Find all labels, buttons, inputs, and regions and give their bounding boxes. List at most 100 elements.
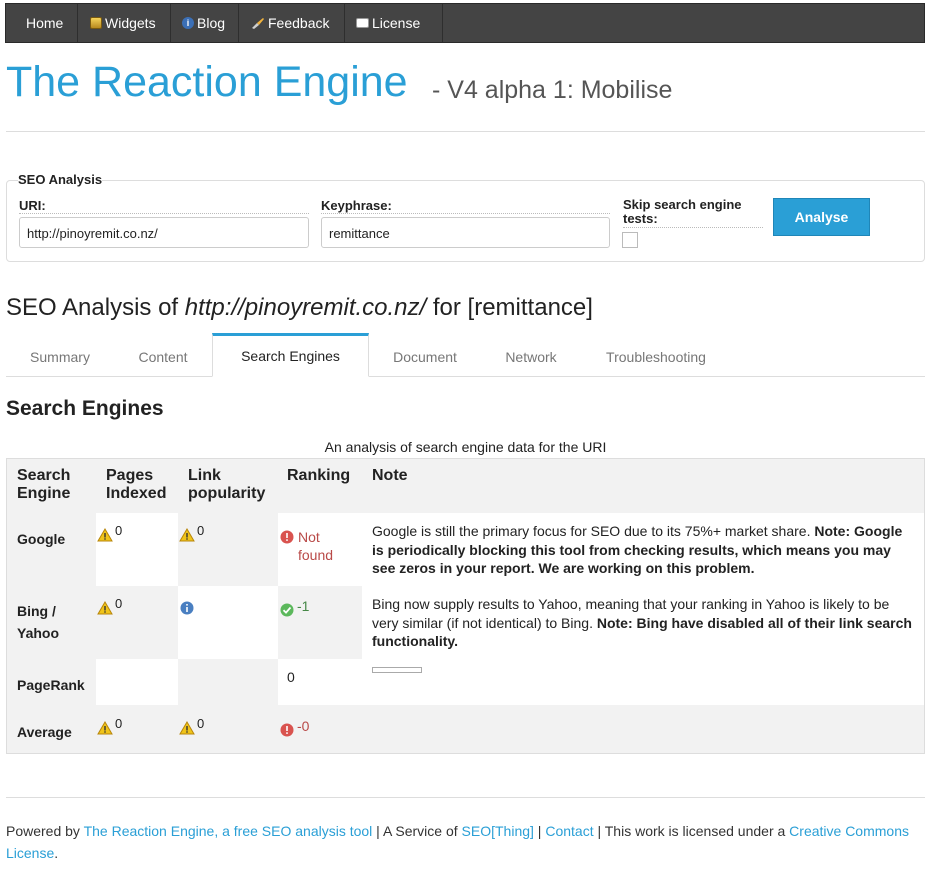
- col-header-ranking: Ranking: [287, 467, 351, 484]
- warning-icon: [97, 528, 113, 542]
- col-header-search-engine-line1: Search: [17, 467, 71, 484]
- error-icon: [280, 723, 294, 737]
- tab-troubleshooting[interactable]: Troubleshooting: [581, 336, 731, 377]
- warning-icon: [97, 601, 113, 615]
- nav-feedback[interactable]: Feedback: [241, 4, 339, 42]
- footer-divider: [6, 797, 925, 798]
- col-header-search-engine-line2: Engine: [17, 485, 71, 502]
- row-label-google: Google: [17, 531, 66, 547]
- page-subtitle: - V4 alpha 1: Mobilise: [432, 76, 673, 104]
- row-label-average: Average: [17, 724, 72, 740]
- google-ranking-value: Not found: [298, 528, 333, 564]
- widgets-icon: [90, 17, 102, 29]
- pagerank-bar: [372, 667, 422, 673]
- google-link-popularity: 0: [179, 523, 204, 543]
- analyse-button[interactable]: Analyse: [773, 198, 870, 236]
- col-header-pages-indexed-line1: Pages: [106, 467, 154, 484]
- footer-link-reaction-engine[interactable]: The Reaction Engine, a free SEO analysis…: [84, 823, 373, 839]
- average-pages-indexed: 0: [97, 716, 122, 736]
- page-title: The Reaction Engine: [6, 58, 408, 106]
- bing-pages-indexed: 0: [97, 596, 122, 616]
- tab-network[interactable]: Network: [481, 336, 581, 377]
- nav-blog-label: Blog: [197, 15, 226, 31]
- nav-widgets-label: Widgets: [105, 15, 156, 31]
- warning-icon: [97, 721, 113, 735]
- form-legend: SEO Analysis: [18, 172, 103, 187]
- warning-icon: [179, 528, 195, 542]
- info-icon: [180, 601, 194, 615]
- info-icon: i: [182, 17, 194, 29]
- analysis-heading-prefix: SEO Analysis of: [6, 294, 185, 321]
- col-header-link-popularity-line2: popularity: [188, 485, 266, 502]
- nav-home[interactable]: Home: [16, 4, 73, 42]
- tab-search-engines[interactable]: Search Engines: [212, 333, 369, 377]
- top-navbar: Home Widgets i Blog Feedback License: [5, 3, 925, 43]
- footer: Powered by The Reaction Engine, a free S…: [6, 820, 926, 864]
- average-pages-value: 0: [115, 716, 123, 731]
- col-header-note: Note: [372, 467, 408, 484]
- col-header-link-popularity-line1: Link: [188, 467, 221, 484]
- col-header-pages-indexed-line2: Indexed: [106, 485, 167, 502]
- nav-license-label: License: [372, 15, 421, 31]
- nav-divider: [170, 4, 171, 42]
- col-header-search-engine: Search Engine: [17, 467, 70, 503]
- license-icon: [356, 18, 369, 28]
- google-ranking-line2: found: [298, 547, 334, 563]
- google-note: Google is still the primary focus for SE…: [372, 522, 912, 578]
- bing-link-popularity: [180, 601, 194, 615]
- nav-widgets[interactable]: Widgets: [80, 4, 166, 42]
- analysis-heading-uri: http://pinoyremit.co.nz/: [184, 294, 427, 321]
- check-icon: [280, 603, 294, 617]
- analysis-heading: SEO Analysis of http://pinoyremit.co.nz/…: [6, 294, 593, 322]
- table-cell: [96, 513, 178, 586]
- tab-summary[interactable]: Summary: [6, 336, 114, 377]
- tab-content[interactable]: Content: [114, 336, 212, 377]
- average-link-popularity: 0: [179, 716, 204, 736]
- keyphrase-label-underline: [321, 213, 610, 214]
- footer-text: |: [533, 823, 546, 839]
- nav-feedback-label: Feedback: [268, 15, 330, 31]
- nav-divider: [238, 4, 239, 42]
- average-link-value: 0: [197, 716, 205, 731]
- average-ranking-value: -0: [297, 718, 310, 734]
- keyphrase-label: Keyphrase:: [321, 198, 392, 213]
- table-cell: [96, 659, 178, 705]
- table-caption: An analysis of search engine data for th…: [324, 439, 607, 455]
- footer-link-contact[interactable]: Contact: [545, 823, 593, 839]
- error-icon: [280, 530, 294, 544]
- footer-text: .: [54, 845, 59, 861]
- skip-tests-label: Skip search engine tests:: [623, 198, 742, 226]
- col-header-pages-indexed: Pages Indexed: [106, 467, 166, 503]
- row-label-pagerank: PageRank: [17, 677, 85, 693]
- bing-ranking-value: -1: [297, 598, 310, 614]
- feedback-icon: [252, 18, 264, 29]
- bing-note: Bing now supply results to Yahoo, meanin…: [372, 595, 912, 651]
- footer-link-seothing[interactable]: SEO[Thing]: [462, 823, 534, 839]
- uri-label-underline: [19, 213, 309, 214]
- uri-input[interactable]: http://pinoyremit.co.nz/: [19, 217, 309, 248]
- table-cell: [178, 586, 278, 659]
- nav-blog[interactable]: i Blog: [172, 4, 235, 42]
- footer-text: | A Service of: [372, 823, 462, 839]
- skip-tests-checkbox[interactable]: [622, 232, 638, 248]
- google-link-value: 0: [197, 523, 205, 538]
- uri-label: URI:: [19, 198, 46, 213]
- analysis-heading-suffix: for [remittance]: [426, 294, 593, 321]
- tab-document[interactable]: Document: [369, 336, 481, 377]
- section-heading: Search Engines: [6, 397, 164, 420]
- header-divider: [6, 131, 925, 132]
- keyphrase-input[interactable]: remittance: [321, 217, 610, 248]
- bing-pages-value: 0: [115, 596, 123, 611]
- nav-home-label: Home: [26, 15, 64, 31]
- skip-label-underline: [623, 227, 763, 228]
- google-ranking: Not found: [280, 528, 333, 564]
- average-ranking: -0: [280, 718, 310, 737]
- nav-license[interactable]: License: [346, 4, 430, 42]
- row-label-bing-yahoo: Bing / Yahoo: [17, 600, 59, 644]
- nav-divider: [344, 4, 345, 42]
- skip-tests-label-line2: tests:: [623, 211, 658, 226]
- table-cell: [362, 659, 924, 705]
- bing-ranking: -1: [280, 598, 310, 617]
- google-pages-value: 0: [115, 523, 123, 538]
- footer-text: | This work is licensed under a: [593, 823, 790, 839]
